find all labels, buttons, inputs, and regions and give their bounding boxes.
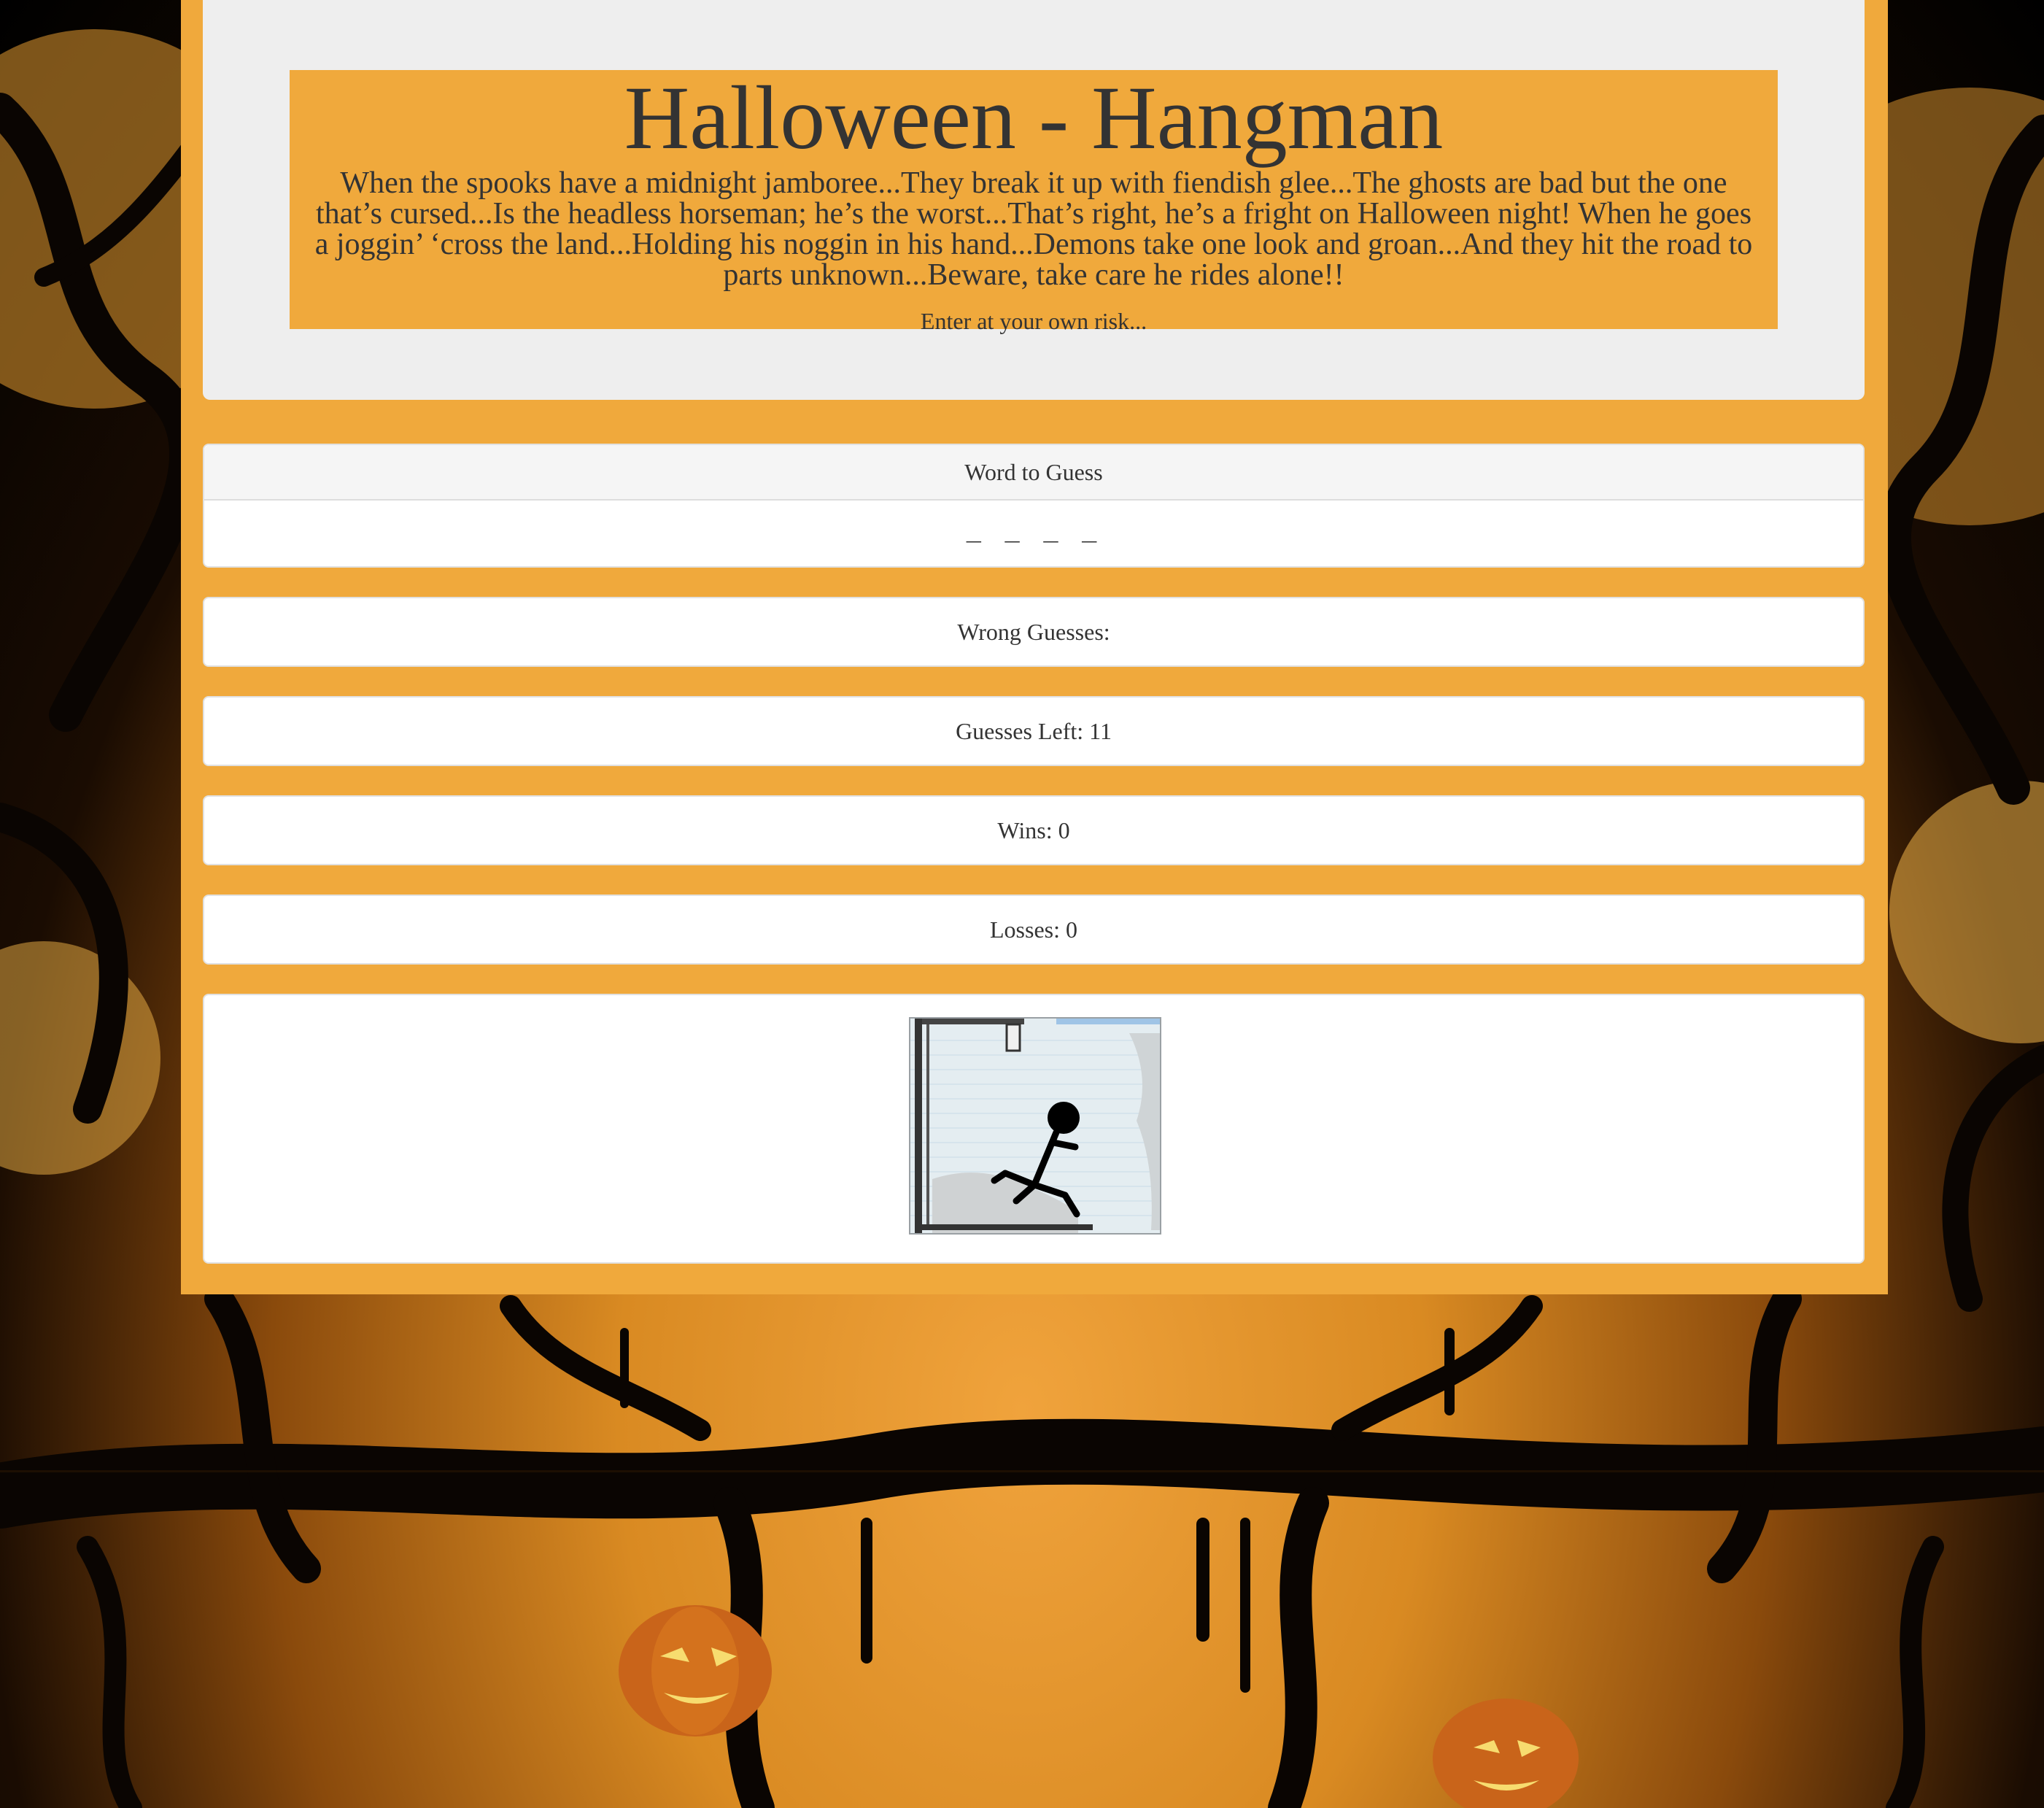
- word-heading: Word to Guess: [204, 445, 1863, 501]
- hangman-image-panel: [203, 994, 1865, 1264]
- guesses-left-text: Guesses Left: 11: [956, 718, 1112, 744]
- page-title: Halloween - Hangman: [624, 68, 1444, 168]
- header-jumbotron: Halloween - Hangman When the spooks have…: [203, 0, 1865, 400]
- guesses-left-panel: Guesses Left: 11: [203, 696, 1865, 766]
- hangman-image: [909, 1017, 1161, 1235]
- intro-poem: When the spooks have a midnight jamboree…: [314, 166, 1753, 292]
- losses-text: Losses: 0: [990, 916, 1077, 943]
- wrong-guesses-panel: Wrong Guesses:: [203, 597, 1865, 667]
- wins-text: Wins: 0: [997, 817, 1070, 843]
- word-display: _ _ _ _: [966, 520, 1102, 548]
- word-panel: Word to Guess _ _ _ _: [203, 444, 1865, 568]
- losses-panel: Losses: 0: [203, 895, 1865, 965]
- main-container: Halloween - Hangman When the spooks have…: [181, 0, 1888, 1294]
- tagline: Enter at your own risk...: [920, 308, 1147, 334]
- wins-panel: Wins: 0: [203, 795, 1865, 865]
- hangman-stickfigure-icon: [910, 1019, 1160, 1233]
- wrong-guesses-text: Wrong Guesses:: [957, 619, 1110, 645]
- header-hero: Halloween - Hangman When the spooks have…: [290, 68, 1778, 333]
